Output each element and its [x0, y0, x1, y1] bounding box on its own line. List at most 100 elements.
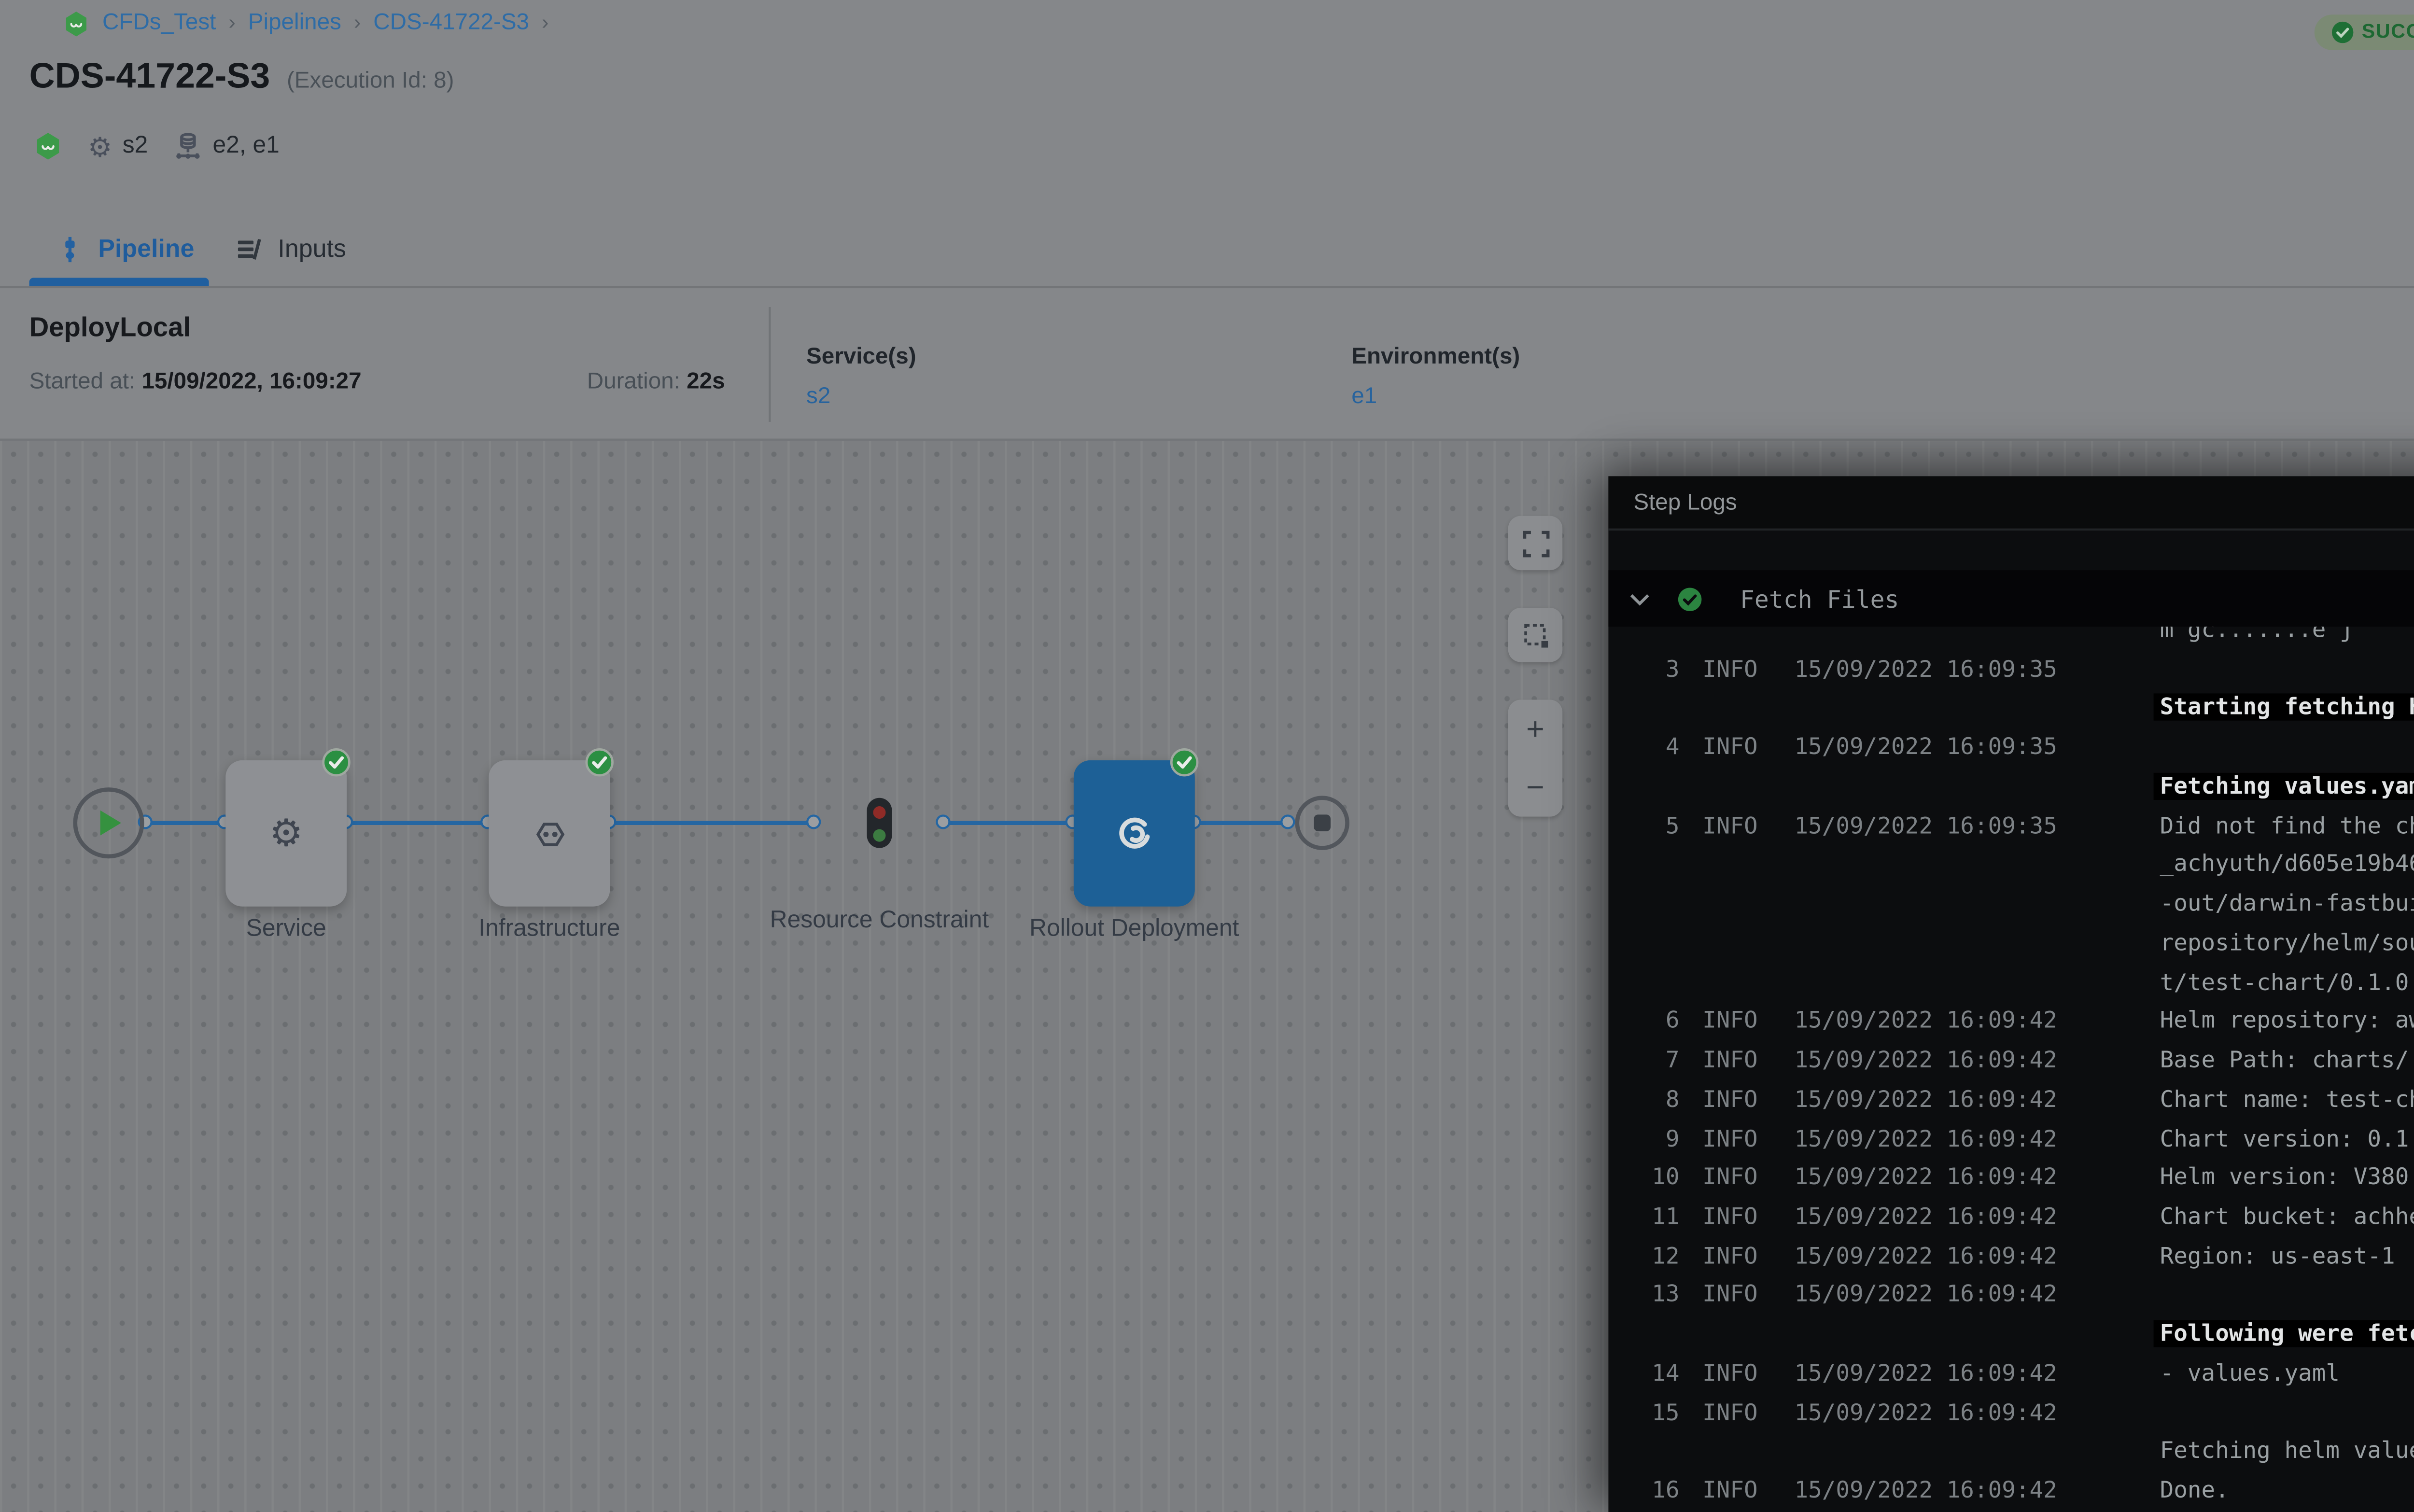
node-rollout-deployment[interactable]	[1074, 760, 1195, 907]
log-row: Following were fetched successfully :	[1608, 1316, 2414, 1356]
page: CFDs_Test › Pipelines › CDS-41722-S3 › S…	[0, 0, 2414, 1512]
tab-bar: Pipeline Inputs Console View	[0, 217, 2414, 288]
start-node[interactable]	[73, 787, 144, 858]
success-badge-icon	[1170, 748, 1199, 777]
tags-row: ⚙ s2 e2, e1	[33, 132, 280, 161]
fullscreen-icon	[1522, 530, 1549, 557]
log-row: Fetching values.yaml from helm chart rep…	[1608, 769, 2414, 808]
log-row: 11INFO15/09/2022 16:09:42Chart bucket: a…	[1608, 1199, 2414, 1238]
breadcrumb-project[interactable]: CFDs_Test	[102, 11, 216, 36]
edge	[146, 821, 225, 825]
log-row: 6INFO15/09/2022 16:09:42Helm repository:…	[1608, 1003, 2414, 1042]
tab-inputs[interactable]: Inputs	[236, 234, 346, 264]
edge-junction	[1280, 814, 1295, 829]
edge	[610, 821, 814, 825]
edge-junction	[936, 814, 950, 829]
log-row: 10INFO15/09/2022 16:09:42Helm version: V…	[1608, 1160, 2414, 1199]
log-row: Starting fetching Helm values	[1608, 690, 2414, 729]
environment-icon	[173, 132, 202, 161]
log-row: 8INFO15/09/2022 16:09:42Chart name: test…	[1608, 1081, 2414, 1120]
node-label: Rollout Deployment	[1019, 909, 1249, 951]
log-row: 12INFO15/09/2022 16:09:42Region: us-east…	[1608, 1238, 2414, 1277]
stop-icon	[1314, 814, 1331, 831]
execution-id: (Execution Id: 8)	[287, 69, 454, 94]
active-tab-indicator	[29, 278, 209, 286]
log-row: 15INFO15/09/2022 16:09:42	[1608, 1395, 2414, 1434]
log-section-name: Fetch Files	[1740, 584, 1899, 613]
breadcrumb-separator: ›	[354, 12, 361, 35]
stage-duration: Duration: 22s	[587, 370, 725, 395]
step-logs-title: Step Logs	[1633, 490, 1737, 515]
step-logs-panel: Step Logs Console View Fetch	[1608, 476, 2414, 1512]
log-row: _achyuth/d605e19b46448ceaacb01fb4c19633a…	[1608, 847, 2414, 886]
zoom-in-button[interactable]: +	[1508, 713, 1562, 744]
breadcrumb-separator: ›	[228, 12, 235, 35]
fullscreen-button[interactable]	[1508, 516, 1562, 570]
zoom-out-button[interactable]: −	[1508, 772, 1562, 803]
log-row: 13INFO15/09/2022 16:09:42	[1608, 1277, 2414, 1316]
node-label: Service	[171, 909, 401, 951]
success-badge-icon	[322, 748, 351, 777]
status-badge: SUCCESS	[2314, 14, 2414, 49]
breadcrumb-pipelines[interactable]: Pipelines	[248, 11, 341, 36]
services-label: Service(s)	[806, 345, 916, 370]
environments-label: Environment(s)	[1351, 345, 1520, 370]
edge	[1195, 821, 1289, 825]
harness-logo-icon	[33, 132, 63, 161]
log-row: t/test-chart/0.1.0	[1608, 964, 2414, 1003]
breadcrumb-pipeline[interactable]: CDS-41722-S3	[373, 11, 529, 36]
tab-pipeline[interactable]: Pipeline	[56, 234, 195, 264]
marquee-icon	[1522, 621, 1549, 648]
green-light	[873, 828, 885, 840]
breadcrumb: CFDs_Test › Pipelines › CDS-41722-S3 ›	[63, 8, 549, 38]
log-row: 9INFO15/09/2022 16:09:42Chart version: 0…	[1608, 1120, 2414, 1160]
edge	[944, 821, 1074, 825]
gear-icon: ⚙	[88, 133, 112, 160]
edge-junction	[806, 814, 821, 829]
chevron-down-icon[interactable]	[1625, 588, 1655, 609]
service-tag: ⚙ s2	[88, 133, 148, 160]
inputs-icon	[236, 235, 263, 262]
stage-summary: DeployLocal Started at: 15/09/2022, 16:0…	[0, 286, 2414, 439]
rollout-icon	[1115, 814, 1153, 852]
harness-logo-icon	[63, 9, 90, 36]
success-check-icon	[2330, 20, 2354, 43]
environments-value[interactable]: e1	[1351, 384, 1377, 409]
node-service[interactable]: ⚙	[225, 760, 347, 907]
step-logs-header: Step Logs Console View	[1608, 476, 2414, 530]
node-label: Resource Constraint	[764, 900, 994, 942]
log-row: 5INFO15/09/2022 16:09:35Did not find the…	[1608, 808, 2414, 847]
log-row: -out/darwin-fastbuild/bin/260-delegate/e…	[1608, 886, 2414, 925]
log-rows: m gc.......e j3INFO15/09/2022 16:09:35St…	[1608, 612, 2414, 1512]
red-light	[873, 805, 885, 818]
log-row: repository/helm/source/93602db7-89f2-317…	[1608, 925, 2414, 964]
edge	[347, 821, 489, 825]
success-badge-icon	[585, 748, 614, 777]
pipeline-icon	[56, 235, 84, 262]
play-icon	[100, 811, 121, 836]
node-resource-constraint[interactable]	[867, 798, 892, 848]
node-label: Infrastructure	[435, 909, 664, 951]
log-section-header[interactable]: Fetch Files ↑ ↓ 9s	[1608, 570, 2414, 627]
divider	[769, 307, 771, 422]
infrastructure-icon	[532, 815, 567, 851]
log-row: 4INFO15/09/2022 16:09:35	[1608, 729, 2414, 769]
log-row: 14INFO15/09/2022 16:09:42- values.yaml	[1608, 1356, 2414, 1395]
environments-tag: e2, e1	[173, 132, 280, 161]
breadcrumb-separator: ›	[542, 12, 548, 35]
gear-icon: ⚙	[269, 814, 303, 852]
page-title: CDS-41722-S3	[29, 56, 270, 98]
end-node[interactable]	[1295, 796, 1349, 850]
log-row: 3INFO15/09/2022 16:09:35	[1608, 651, 2414, 690]
title-row: CDS-41722-S3 (Execution Id: 8)	[29, 56, 454, 98]
zoom-controls: + −	[1508, 700, 1562, 816]
log-row: 16INFO15/09/2022 16:09:42Done.	[1608, 1473, 2414, 1512]
stage-name: DeployLocal	[29, 311, 191, 343]
services-value[interactable]: s2	[806, 384, 830, 409]
log-row: 7INFO15/09/2022 16:09:42Base Path: chart…	[1608, 1042, 2414, 1081]
node-infrastructure[interactable]	[489, 760, 610, 907]
log-row: Fetching helm values completed successfu…	[1608, 1434, 2414, 1473]
select-area-button[interactable]	[1508, 608, 1562, 662]
status-label: SUCCESS	[2362, 20, 2414, 43]
execution-status-bar: SUCCESS Start time 15/09/2022 16:09:26 5…	[2314, 6, 2414, 56]
